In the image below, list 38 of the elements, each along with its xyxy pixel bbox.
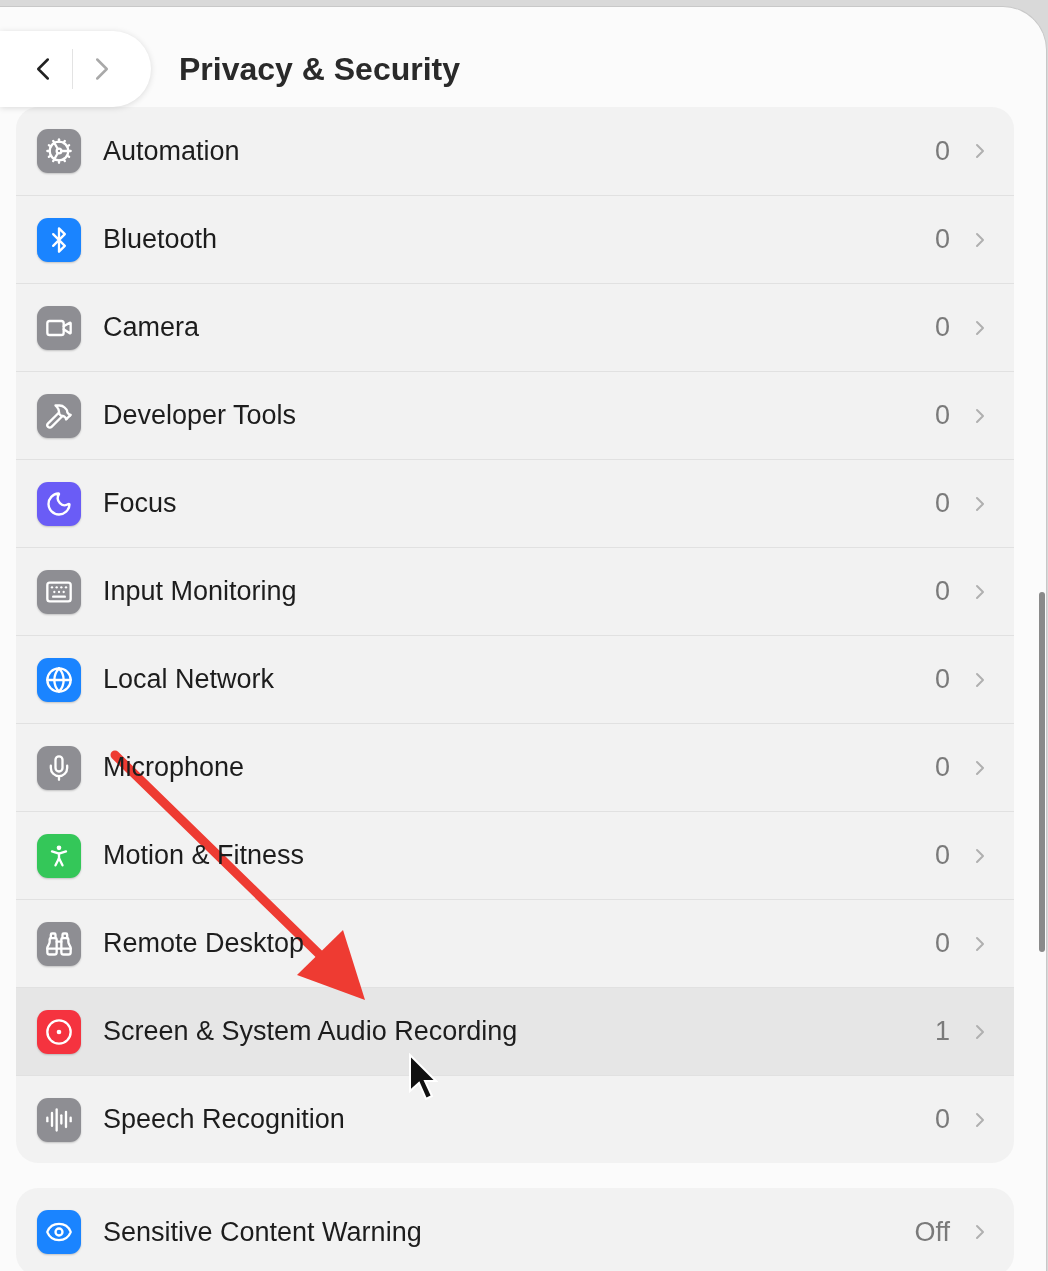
row-label: Sensitive Content Warning [103,1216,422,1248]
row-label: Speech Recognition [103,1104,345,1135]
row-label: Local Network [103,664,275,695]
row-label: Remote Desktop [103,928,305,959]
row-label: Camera [103,312,200,343]
row-count: 0 [934,928,950,959]
row-label: Developer Tools [103,400,297,431]
settings-row[interactable]: Automation 0 [16,107,1014,195]
settings-row[interactable]: Sensitive Content Warning Off [16,1188,1014,1271]
row-count: 0 [934,312,950,343]
row-count: 0 [934,840,950,871]
row-label: Focus [103,488,177,519]
settings-row[interactable]: Camera 0 [16,283,1014,371]
settings-row[interactable]: Screen & System Audio Recording 1 [16,987,1014,1075]
row-label: Motion & Fitness [103,840,305,871]
row-count: 0 [934,135,950,167]
row-count: 0 [934,752,950,783]
settings-row[interactable]: Bluetooth 0 [16,195,1014,283]
row-count: 0 [934,224,950,255]
row-count: 0 [934,576,950,607]
mouse-cursor-icon [408,1053,438,1101]
row-count: 0 [934,664,950,695]
settings-row[interactable]: Motion & Fitness 0 [16,811,1014,899]
row-label: Bluetooth [103,224,218,255]
row-count: Off [914,1216,950,1248]
row-count: 0 [934,1104,950,1135]
settings-row[interactable]: Local Network 0 [16,635,1014,723]
scrollbar[interactable] [1039,592,1045,952]
settings-row[interactable]: Input Monitoring 0 [16,547,1014,635]
settings-row[interactable]: Focus 0 [16,459,1014,547]
row-label: Input Monitoring [103,576,297,607]
row-count: 0 [934,488,950,519]
row-count: 1 [934,1016,950,1047]
row-count: 0 [934,400,950,431]
row-label: Automation [103,135,240,167]
settings-row[interactable]: Developer Tools 0 [16,371,1014,459]
row-label: Screen & System Audio Recording [103,1016,518,1047]
page-title: Privacy & Security [179,50,461,88]
